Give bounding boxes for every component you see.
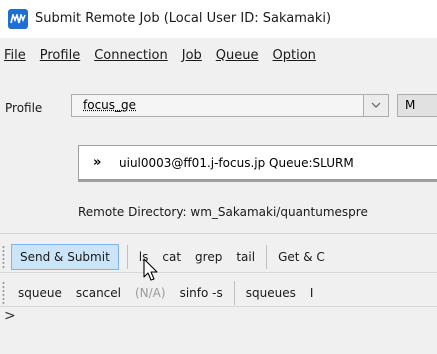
menu-options-label: Option bbox=[272, 47, 316, 63]
menu-queue[interactable]: Queue bbox=[209, 48, 266, 63]
command-toolbar: Send & Submit ls cat grep tail Get & C bbox=[0, 240, 437, 274]
toolbar-separator bbox=[233, 281, 235, 305]
menu-profile[interactable]: Profile bbox=[33, 48, 87, 63]
console-prompt: > bbox=[4, 308, 16, 324]
get-button[interactable]: Get & C bbox=[271, 245, 332, 269]
title-bar: Submit Remote Job (Local User ID: Sakama… bbox=[0, 0, 437, 38]
cat-button[interactable]: cat bbox=[155, 245, 188, 269]
menu-options[interactable]: Option bbox=[266, 48, 323, 63]
menu-bar: File Profile Connection Job Queue Option bbox=[0, 42, 437, 68]
queue-toolbar: squeue scancel (N/A) sinfo -s squeues I bbox=[0, 276, 437, 310]
chevron-down-icon bbox=[371, 102, 381, 108]
tail-button[interactable]: tail bbox=[229, 245, 262, 269]
profile-selected-value: focus_ge bbox=[83, 98, 137, 112]
squeue-button[interactable]: squeue bbox=[11, 281, 69, 305]
menu-connection-label: Connection bbox=[94, 47, 168, 63]
host-queue-text: uiul0003@ff01.j-focus.jp Queue:SLURM bbox=[119, 156, 354, 170]
toolbar-grip[interactable] bbox=[2, 245, 5, 269]
window-title: Submit Remote Job (Local User ID: Sakama… bbox=[35, 11, 332, 26]
menu-job[interactable]: Job bbox=[175, 48, 209, 63]
expand-chevron-icon[interactable]: » bbox=[93, 155, 101, 170]
mouse-pointer-icon bbox=[143, 258, 158, 281]
menu-queue-label: Queue bbox=[215, 47, 259, 63]
profile-select[interactable]: focus_ge bbox=[71, 94, 389, 117]
squeues-button[interactable]: squeues bbox=[239, 281, 303, 305]
more-button[interactable]: I bbox=[303, 281, 321, 305]
menu-file-label: File bbox=[4, 47, 26, 63]
divider bbox=[0, 306, 437, 307]
app-logo-icon bbox=[8, 9, 28, 29]
toolbar-separator bbox=[126, 245, 128, 269]
profile-extra-button[interactable]: M bbox=[397, 94, 437, 117]
divider bbox=[0, 233, 437, 234]
host-panel[interactable]: » uiul0003@ff01.j-focus.jp Queue:SLURM bbox=[78, 145, 437, 182]
grep-button[interactable]: grep bbox=[188, 245, 229, 269]
scancel-button[interactable]: scancel bbox=[69, 281, 128, 305]
menu-profile-label: Profile bbox=[39, 47, 81, 63]
menu-connection[interactable]: Connection bbox=[87, 48, 175, 63]
na-button: (N/A) bbox=[134, 286, 166, 300]
sinfo-button[interactable]: sinfo -s bbox=[173, 281, 230, 305]
remote-directory-text: Remote Directory: wm_Sakamaki/quantumesp… bbox=[78, 205, 368, 219]
menu-file[interactable]: File bbox=[0, 48, 33, 63]
profile-label: Profile bbox=[5, 101, 43, 115]
divider bbox=[0, 272, 437, 273]
profile-dropdown-button[interactable] bbox=[363, 95, 388, 116]
send-submit-button[interactable]: Send & Submit bbox=[11, 244, 119, 270]
menu-job-label: Job bbox=[181, 47, 202, 63]
toolbar-separator bbox=[266, 245, 268, 269]
toolbar-grip[interactable] bbox=[2, 281, 5, 305]
